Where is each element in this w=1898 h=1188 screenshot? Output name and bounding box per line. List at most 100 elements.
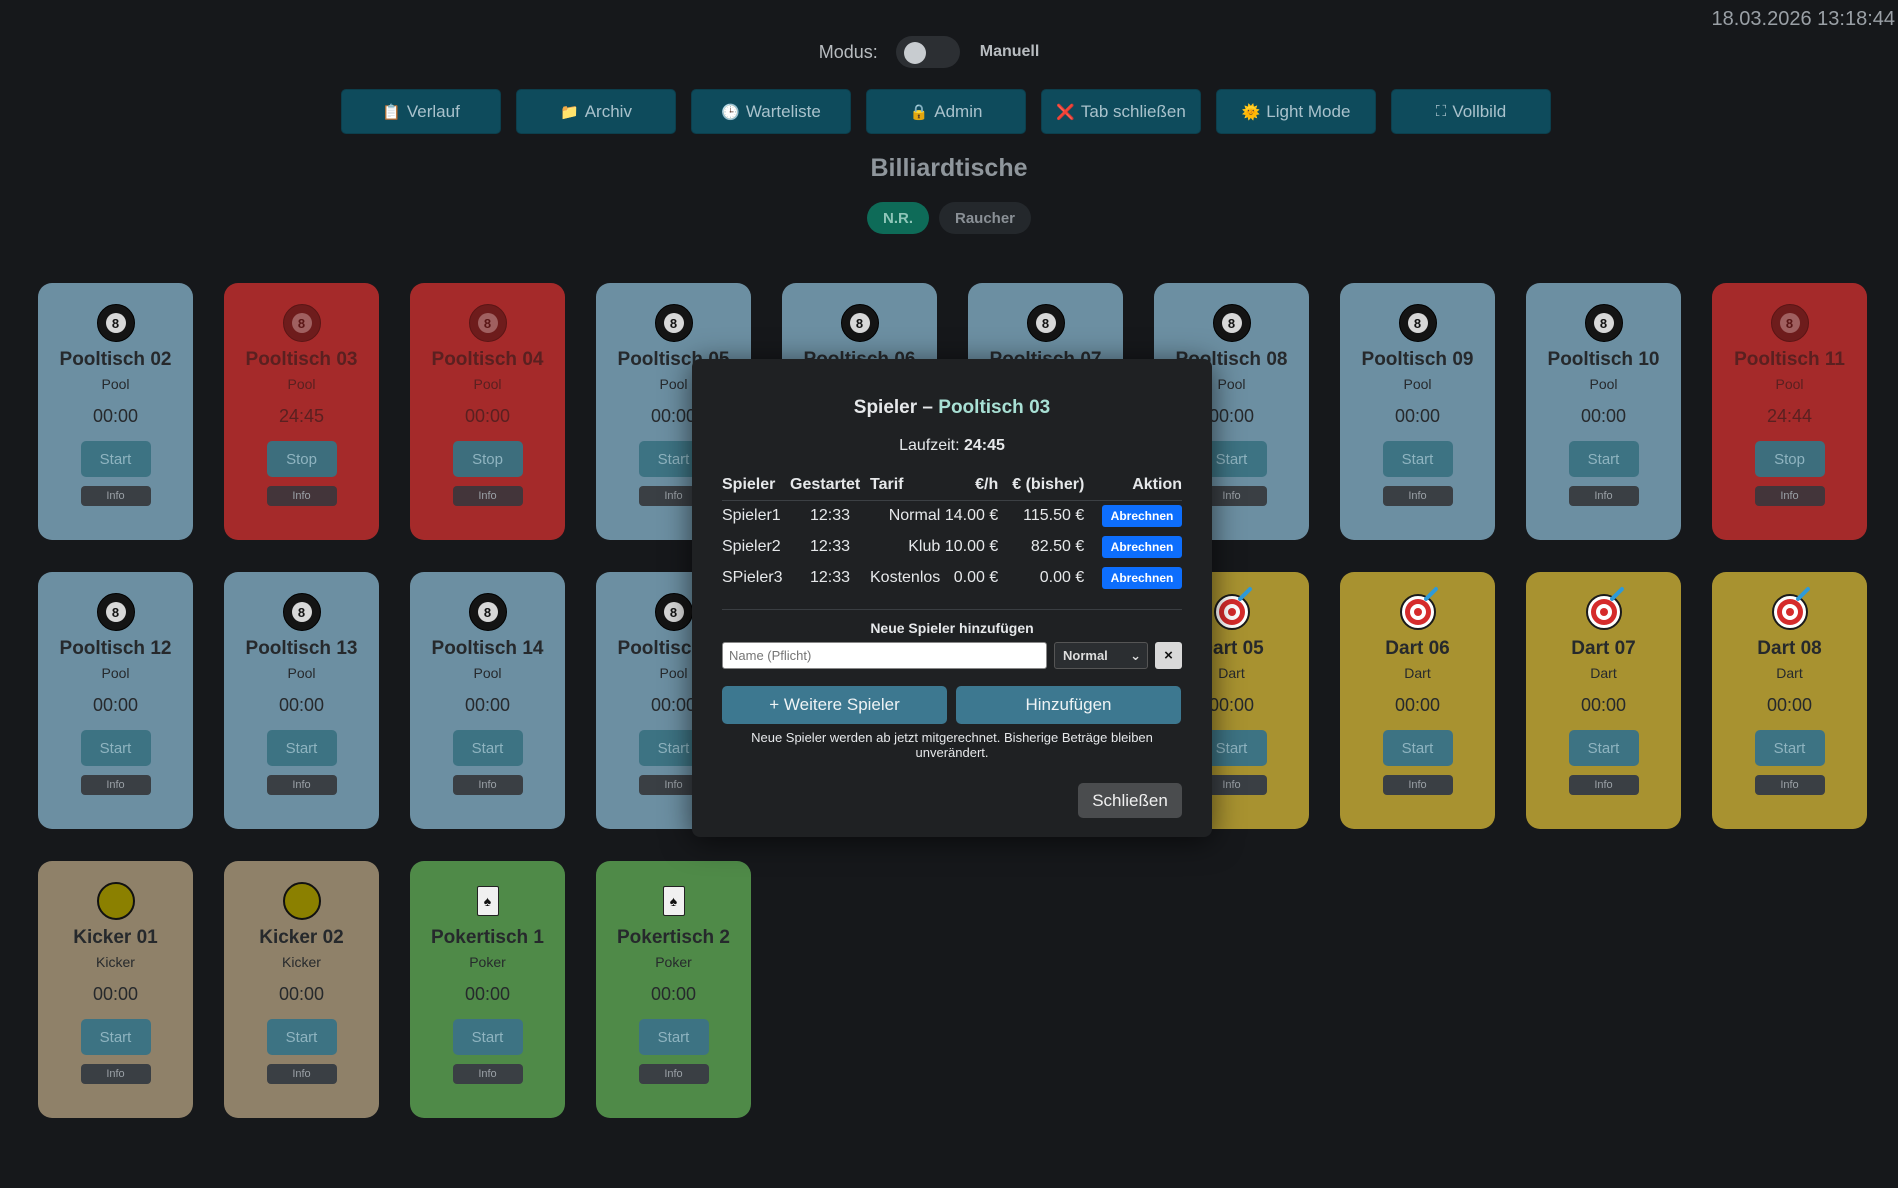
info-button[interactable]: Info [266, 486, 337, 506]
start-button[interactable]: Start [1382, 730, 1453, 766]
add-button[interactable]: Hinzufügen [956, 686, 1181, 724]
table-type: Kicker [96, 954, 135, 970]
table-type: Dart [1218, 665, 1245, 681]
info-button[interactable]: Info [452, 775, 523, 795]
table-name: Dart 07 [1571, 638, 1636, 659]
info-button[interactable]: Info [1754, 486, 1825, 506]
start-button[interactable]: Start [1754, 730, 1825, 766]
abrechnen-button[interactable]: Abrechnen [1102, 567, 1182, 589]
card-icon: 8 [1212, 303, 1251, 343]
table-time: 00:00 [650, 984, 697, 1004]
start-button[interactable]: Start [1382, 441, 1453, 477]
warteliste-button[interactable]: 🕒 Warteliste [691, 89, 851, 134]
table-time: 24:44 [1766, 406, 1813, 426]
mode-toggle[interactable] [895, 36, 960, 68]
abrechnen-button[interactable]: Abrechnen [1102, 505, 1182, 528]
info-button[interactable]: Info [1568, 775, 1639, 795]
archiv-button[interactable]: 📁 Archiv [516, 89, 676, 134]
info-button[interactable]: Info [80, 1064, 151, 1084]
card-icon: 8 [282, 592, 321, 632]
modal-title-table: Pooltisch 03 [938, 397, 1051, 418]
stop-button[interactable]: Stop [1754, 441, 1825, 477]
stop-button[interactable]: Stop [266, 441, 337, 477]
info-button[interactable]: Info [1382, 775, 1453, 795]
table-card: 8 Pooltisch 03 Pool 24:45 Stop Info [224, 283, 379, 540]
start-button[interactable]: Start [638, 1019, 709, 1055]
table-row: Spieler1 12:33 Normal 14.00 € 115.50 € A… [722, 501, 1182, 532]
start-button[interactable]: Start [1568, 441, 1639, 477]
table-card: ♠ Pokertisch 1 Poker 00:00 Start Info [410, 861, 565, 1118]
mode-value: Manuell [979, 43, 1040, 60]
player-name: Spieler2 [722, 538, 781, 555]
table-card: 8 Pooltisch 11 Pool 24:44 Stop Info [1712, 283, 1867, 540]
player-tarif: Normal [888, 507, 941, 525]
start-button[interactable]: Start [452, 730, 523, 766]
table-type: Kicker [282, 954, 321, 970]
card-icon: 8 [1770, 303, 1809, 343]
info-button[interactable]: Info [266, 1064, 337, 1084]
start-button[interactable]: Start [80, 730, 151, 766]
billiard-ball-icon: 8 [654, 593, 693, 631]
remove-row-button[interactable]: × [1155, 642, 1182, 669]
table-type: Pool [101, 665, 130, 681]
table-time: 00:00 [92, 406, 139, 426]
filter-raucher[interactable]: Raucher [939, 202, 1031, 234]
more-players-button[interactable]: + Weitere Spieler [722, 686, 947, 724]
modal-title: Spieler – Pooltisch 03 [692, 397, 1212, 419]
info-button[interactable]: Info [80, 775, 151, 795]
table-type: Pool [1589, 376, 1618, 392]
tarif-select[interactable]: Normal ⌄ [1054, 642, 1148, 669]
light-mode-button[interactable]: 🌞 Light Mode [1216, 89, 1376, 134]
info-button[interactable]: Info [266, 775, 337, 795]
card-icon: 8 [1398, 303, 1437, 343]
table-name: Pooltisch 10 [1547, 349, 1660, 370]
billiard-ball-icon: 8 [282, 593, 321, 631]
close-tab-button[interactable]: ❌ Tab schließen [1041, 89, 1201, 134]
table-card: 8 Pooltisch 14 Pool 00:00 Start Info [410, 572, 565, 829]
card-icon: 8 [654, 303, 693, 343]
table-type: Pool [287, 376, 316, 392]
info-button[interactable]: Info [80, 486, 151, 506]
info-button[interactable]: Info [452, 1064, 523, 1084]
table-type: Pool [101, 376, 130, 392]
info-button[interactable]: Info [452, 486, 523, 506]
col-gestartet: Gestartet [790, 473, 870, 501]
start-button[interactable]: Start [452, 1019, 523, 1055]
close-button[interactable]: Schließen [1078, 783, 1182, 818]
name-input[interactable] [722, 642, 1047, 669]
info-button[interactable]: Info [1754, 775, 1825, 795]
archiv-label: Archiv [584, 101, 632, 121]
lock-icon: 🔒 [909, 103, 929, 121]
table-card: Kicker 02 Kicker 00:00 Start Info [224, 861, 379, 1118]
table-time: 00:00 [1394, 695, 1441, 715]
col-spieler: Spieler [722, 473, 790, 501]
player-tarif: Klub [908, 538, 941, 555]
card-icon: 8 [282, 303, 321, 343]
info-button[interactable]: Info [1382, 486, 1453, 506]
card-icon: 8 [1026, 303, 1065, 343]
fullscreen-button[interactable]: ⛶ Vollbild [1391, 89, 1551, 134]
table-name: Pooltisch 11 [1734, 349, 1845, 370]
table-time: 00:00 [650, 695, 697, 715]
verlauf-button[interactable]: 📋 Verlauf [341, 89, 501, 134]
start-button[interactable]: Start [1568, 730, 1639, 766]
players-table: Spieler Gestartet Tarif €/h € (bisher) A… [722, 473, 1182, 594]
start-button[interactable]: Start [80, 1019, 151, 1055]
player-started: 12:33 [809, 538, 851, 555]
admin-button[interactable]: 🔒 Admin [866, 89, 1026, 134]
info-button[interactable]: Info [1568, 486, 1639, 506]
table-card: ♠ Pokertisch 2 Poker 00:00 Start Info [596, 861, 751, 1118]
card-icon [1213, 586, 1253, 632]
start-button[interactable]: Start [266, 730, 337, 766]
chevron-down-icon: ⌄ [1130, 647, 1141, 663]
card-icon: 8 [468, 592, 507, 632]
info-button[interactable]: Info [638, 1064, 709, 1084]
start-button[interactable]: Start [80, 441, 151, 477]
table-time: 00:00 [1580, 695, 1627, 715]
start-button[interactable]: Start [266, 1019, 337, 1055]
tarif-selected: Normal [1063, 648, 1108, 663]
stop-button[interactable]: Stop [452, 441, 523, 477]
section-title: Billiardtische [870, 154, 1028, 182]
filter-nr[interactable]: N.R. [867, 202, 929, 234]
abrechnen-button[interactable]: Abrechnen [1102, 536, 1182, 558]
